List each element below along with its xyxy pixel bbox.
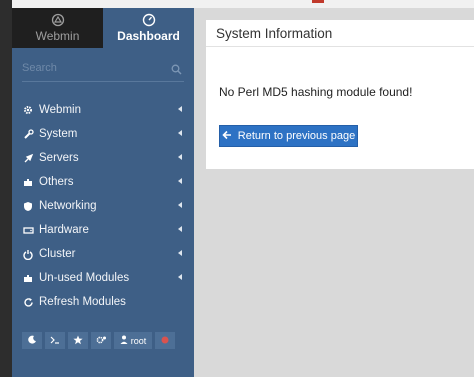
sidebar-tabs: Webmin Dashboard	[12, 8, 194, 48]
logout-button[interactable]	[155, 332, 175, 349]
shield-icon	[22, 200, 34, 212]
caret-left-icon	[178, 130, 182, 136]
dashboard-gauge-icon	[142, 13, 156, 27]
sidebar-item-label: Hardware	[39, 224, 89, 236]
user-icon	[120, 335, 128, 346]
sidebar-item-cluster[interactable]: Cluster	[12, 242, 194, 266]
favorites-button[interactable]	[68, 332, 88, 349]
wrench-icon	[22, 128, 34, 140]
sidebar-item-refresh-modules[interactable]: Refresh Modules	[12, 290, 194, 314]
settings-button[interactable]	[91, 332, 111, 349]
webmin-logo-icon	[51, 13, 65, 27]
sidebar-item-label: Servers	[39, 152, 79, 164]
sidebar-item-label: Webmin	[39, 104, 81, 116]
sidebar-item-label: Others	[39, 176, 74, 188]
tab-dashboard-label: Dashboard	[117, 29, 180, 43]
return-button[interactable]: Return to previous page	[219, 125, 358, 147]
caret-left-icon	[178, 154, 182, 160]
tab-dashboard[interactable]: Dashboard	[103, 8, 194, 48]
sidebar-menu: Webmin System Servers Others Networking …	[12, 98, 194, 314]
puzzle-icon	[22, 272, 34, 284]
username-label: root	[130, 335, 147, 346]
puzzle-icon	[22, 176, 34, 188]
rocket-icon	[22, 152, 34, 164]
panel-title: System Information	[206, 20, 474, 47]
logout-icon	[161, 336, 169, 346]
gear-icon	[22, 104, 34, 116]
caret-left-icon	[178, 274, 182, 280]
tab-webmin[interactable]: Webmin	[12, 8, 103, 48]
arrow-left-icon	[222, 130, 232, 143]
sidebar-item-unused-modules[interactable]: Un-used Modules	[12, 266, 194, 290]
sidebar-bottom-bar: root	[22, 332, 175, 349]
window-edge	[0, 0, 12, 377]
tab-indicator	[312, 0, 324, 3]
sidebar-item-servers[interactable]: Servers	[12, 146, 194, 170]
search-input[interactable]	[22, 57, 172, 79]
search-icon[interactable]	[171, 62, 182, 80]
sidebar-item-label: System	[39, 128, 78, 140]
cogs-icon	[96, 335, 107, 347]
terminal-icon	[50, 336, 60, 346]
browser-top-strip	[12, 0, 474, 8]
caret-left-icon	[178, 250, 182, 256]
star-icon	[73, 335, 83, 347]
error-message: No Perl MD5 hashing module found!	[219, 85, 413, 99]
user-button[interactable]: root	[114, 332, 152, 349]
sidebar-item-others[interactable]: Others	[12, 170, 194, 194]
sidebar-item-label: Refresh Modules	[39, 296, 126, 308]
sidebar-item-label: Un-used Modules	[39, 272, 130, 284]
caret-left-icon	[178, 178, 182, 184]
search-box	[22, 57, 184, 82]
caret-left-icon	[178, 202, 182, 208]
hdd-icon	[22, 224, 34, 236]
terminal-button[interactable]	[45, 332, 65, 349]
moon-icon	[27, 335, 37, 346]
refresh-icon	[22, 296, 34, 308]
power-icon	[22, 248, 34, 260]
caret-left-icon	[178, 226, 182, 232]
sidebar-item-networking[interactable]: Networking	[12, 194, 194, 218]
sidebar-item-webmin[interactable]: Webmin	[12, 98, 194, 122]
sidebar: Webmin Dashboard Webmin System Servers	[12, 8, 194, 377]
night-mode-button[interactable]	[22, 332, 42, 349]
sidebar-item-label: Cluster	[39, 248, 76, 260]
tab-webmin-label: Webmin	[35, 29, 80, 43]
sidebar-item-system[interactable]: System	[12, 122, 194, 146]
return-button-label: Return to previous page	[237, 130, 356, 142]
sidebar-item-hardware[interactable]: Hardware	[12, 218, 194, 242]
system-information-panel: System Information No Perl MD5 hashing m…	[206, 20, 474, 169]
sidebar-item-label: Networking	[39, 200, 97, 212]
caret-left-icon	[178, 106, 182, 112]
